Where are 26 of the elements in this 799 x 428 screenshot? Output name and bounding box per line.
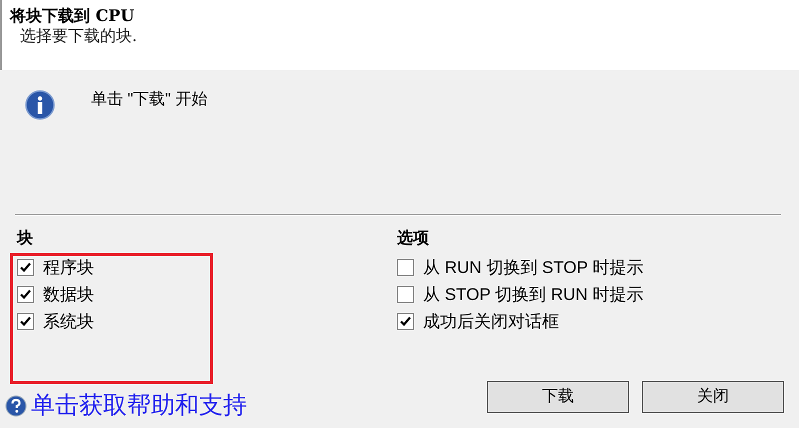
section-heading: 块 — [17, 227, 34, 249]
info-icon — [25, 90, 55, 120]
help-link[interactable]: 单击获取帮助和支持 — [31, 392, 247, 420]
checkmark-icon — [400, 316, 411, 327]
section-heading: 选项 — [397, 227, 430, 249]
info-message: 单击 "下载" 开始 — [91, 90, 208, 110]
checkbox[interactable] — [397, 313, 414, 330]
dialog-button[interactable]: 关闭 — [642, 381, 784, 413]
checkbox-label: 程序块 — [43, 256, 94, 279]
checkbox-label: 数据块 — [43, 284, 94, 306]
checkbox-label: 成功后关闭对话框 — [423, 310, 559, 333]
checkmark-icon — [20, 262, 31, 273]
checkbox[interactable] — [397, 286, 414, 303]
help-icon — [5, 395, 27, 417]
checkbox-label: 系统块 — [43, 310, 94, 333]
checkbox[interactable] — [397, 259, 414, 276]
checkmark-icon — [20, 289, 31, 300]
checkbox-label: 从 STOP 切换到 RUN 时提示 — [423, 284, 644, 306]
checkbox[interactable] — [17, 313, 34, 330]
checkmark-icon — [20, 316, 31, 327]
dialog-subtitle: 选择要下载的块. — [19, 26, 138, 46]
checkbox-label: 从 RUN 切换到 STOP 时提示 — [423, 256, 644, 279]
checkbox[interactable] — [17, 286, 34, 303]
dialog-button[interactable]: 下载 — [487, 381, 629, 413]
dialog-title: 将块下载到 CPU — [10, 6, 136, 26]
checkbox[interactable] — [17, 259, 34, 276]
